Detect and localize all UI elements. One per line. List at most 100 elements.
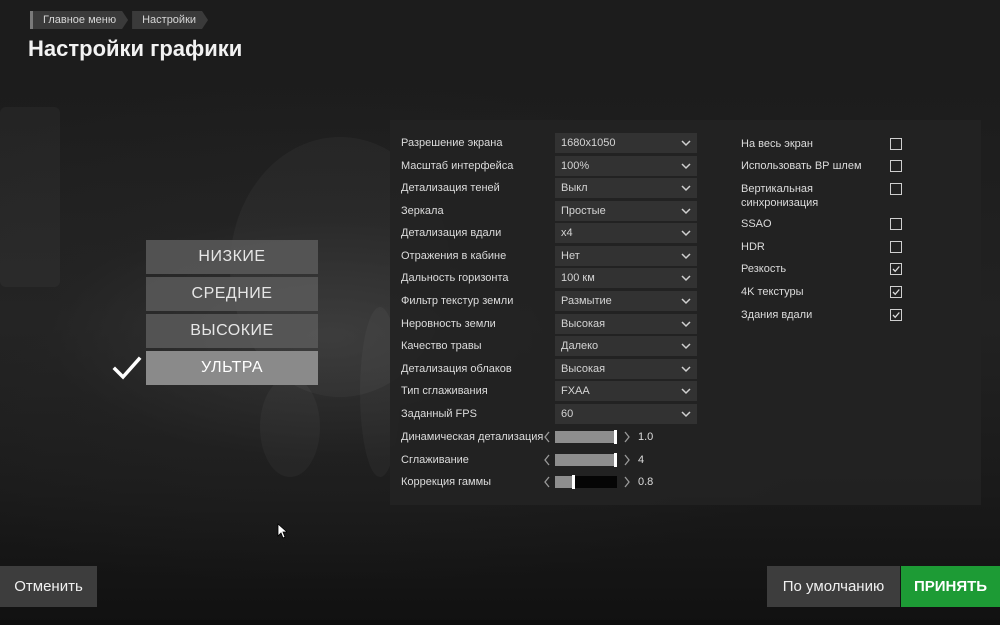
slider-row: Коррекция гаммы 0.8 [401, 472, 701, 492]
setting-label: Детализация вдали [401, 227, 502, 239]
fullscreen-checkbox[interactable] [890, 138, 902, 150]
chevron-down-icon [681, 230, 691, 237]
preset-medium[interactable]: СРЕДНИЕ [146, 277, 318, 311]
select-value: Нет [561, 250, 580, 262]
setting-label: Разрешение экрана [401, 137, 503, 149]
checkbox-label: Использовать ВР шлем [741, 160, 862, 172]
header: Главное меню Настройки Настройки графики [0, 0, 1000, 77]
resolution-select[interactable]: 1680x1050 [555, 133, 697, 153]
chevron-down-icon [681, 321, 691, 328]
checkmark-icon [112, 356, 142, 380]
breadcrumb-main-menu[interactable]: Главное меню [30, 11, 128, 29]
select-value: 100 км [561, 272, 595, 284]
horizon-distance-select[interactable]: 100 км [555, 268, 697, 288]
chevron-down-icon [681, 185, 691, 192]
gamma-slider[interactable] [555, 475, 617, 489]
select-value: Далеко [561, 340, 599, 352]
select-value: Высокая [561, 318, 606, 330]
preset-high[interactable]: ВЫСОКИЕ [146, 314, 318, 348]
slider-row: Сглаживание 4 [401, 450, 701, 470]
slider-value: 4 [638, 454, 645, 466]
checkmark-icon [892, 266, 900, 273]
setting-label: Детализация теней [401, 182, 500, 194]
slider-thumb[interactable] [571, 475, 575, 489]
select-value: 100% [561, 160, 590, 172]
vr-headset-checkbox[interactable] [890, 160, 902, 172]
setting-label: Фильтр текстур земли [401, 295, 514, 307]
checkbox-label: Резкость [741, 263, 787, 275]
grass-quality-select[interactable]: Далеко [555, 336, 697, 356]
chevron-down-icon [681, 163, 691, 170]
setting-label: Дальность горизонта [401, 272, 509, 284]
target-fps-select[interactable]: 60 [555, 404, 697, 424]
chevron-left-icon[interactable] [543, 454, 551, 466]
ui-scale-select[interactable]: 100% [555, 156, 697, 176]
chevron-down-icon [681, 275, 691, 282]
bottom-strip [0, 620, 1000, 625]
chevron-down-icon [681, 208, 691, 215]
chevron-down-icon [681, 411, 691, 418]
setting-label: Детализация облаков [401, 363, 512, 375]
checkmark-icon [892, 289, 900, 296]
mirrors-select[interactable]: Простые [555, 201, 697, 221]
slider-thumb[interactable] [614, 453, 617, 467]
select-value: Размытие [561, 295, 612, 307]
page-title: Настройки графики [28, 36, 243, 61]
ground-texture-filter-select[interactable]: Размытие [555, 291, 697, 311]
checkbox-label: Здания вдали [741, 309, 813, 321]
checkbox-label: Вертикальная синхронизация [741, 183, 819, 209]
chevron-right-icon[interactable] [623, 431, 631, 443]
chevron-right-icon[interactable] [623, 454, 631, 466]
cockpit-reflections-select[interactable]: Нет [555, 246, 697, 266]
antialiasing-type-select[interactable]: FXAA [555, 381, 697, 401]
defaults-button[interactable]: По умолчанию [767, 566, 900, 607]
vsync-checkbox[interactable] [890, 183, 902, 195]
select-value: 60 [561, 408, 574, 420]
cancel-button[interactable]: Отменить [0, 566, 97, 607]
sharpness-checkbox[interactable] [890, 263, 902, 275]
preset-low[interactable]: НИЗКИЕ [146, 240, 318, 274]
chevron-left-icon[interactable] [543, 476, 551, 488]
slider-value: 0.8 [638, 476, 654, 488]
distant-buildings-checkbox[interactable] [890, 309, 902, 321]
slider-row: Динамическая детализация 1.0 [401, 427, 701, 447]
select-value: Простые [561, 205, 606, 217]
4k-textures-checkbox[interactable] [890, 286, 902, 298]
breadcrumb: Главное меню Настройки [30, 11, 212, 29]
distant-detail-select[interactable]: x4 [555, 223, 697, 243]
chevron-left-icon[interactable] [543, 431, 551, 443]
breadcrumb-settings[interactable]: Настройки [132, 11, 208, 29]
setting-label: Качество травы [401, 340, 482, 352]
chevron-down-icon [681, 298, 691, 305]
select-value: x4 [561, 227, 573, 239]
ssao-checkbox[interactable] [890, 218, 902, 230]
shadow-detail-select[interactable]: Выкл [555, 178, 697, 198]
slider-fill [555, 431, 617, 443]
setting-label: Тип сглаживания [401, 385, 488, 397]
chevron-right-icon[interactable] [623, 476, 631, 488]
setting-label: Заданный FPS [401, 408, 477, 420]
ground-roughness-select[interactable]: Высокая [555, 314, 697, 334]
chevron-down-icon [681, 343, 691, 350]
hdr-checkbox[interactable] [890, 241, 902, 253]
setting-label: Отражения в кабине [401, 250, 507, 262]
slider-fill [555, 454, 617, 466]
checkbox-label: SSAO [741, 218, 772, 230]
select-value: FXAA [561, 385, 590, 397]
checkbox-label: HDR [741, 241, 765, 253]
dynamic-detail-slider[interactable] [555, 430, 617, 444]
setting-label: Зеркала [401, 205, 444, 217]
select-value: Выкл [561, 182, 588, 194]
mouse-cursor-icon [277, 523, 287, 539]
chevron-down-icon [681, 253, 691, 260]
preset-ultra[interactable]: УЛЬТРА [146, 351, 318, 385]
accept-button[interactable]: ПРИНЯТЬ [901, 566, 1000, 607]
slider-value: 1.0 [638, 431, 654, 443]
setting-label: Масштаб интерфейса [401, 160, 514, 172]
settings-panel: Разрешение экрана 1680x1050 Масштаб инте… [390, 120, 981, 505]
cloud-detail-select[interactable]: Высокая [555, 359, 697, 379]
quality-presets: НИЗКИЕ СРЕДНИЕ ВЫСОКИЕ УЛЬТРА [146, 240, 318, 388]
slider-label: Сглаживание [401, 454, 469, 466]
antialiasing-slider[interactable] [555, 453, 617, 467]
slider-thumb[interactable] [614, 430, 617, 444]
